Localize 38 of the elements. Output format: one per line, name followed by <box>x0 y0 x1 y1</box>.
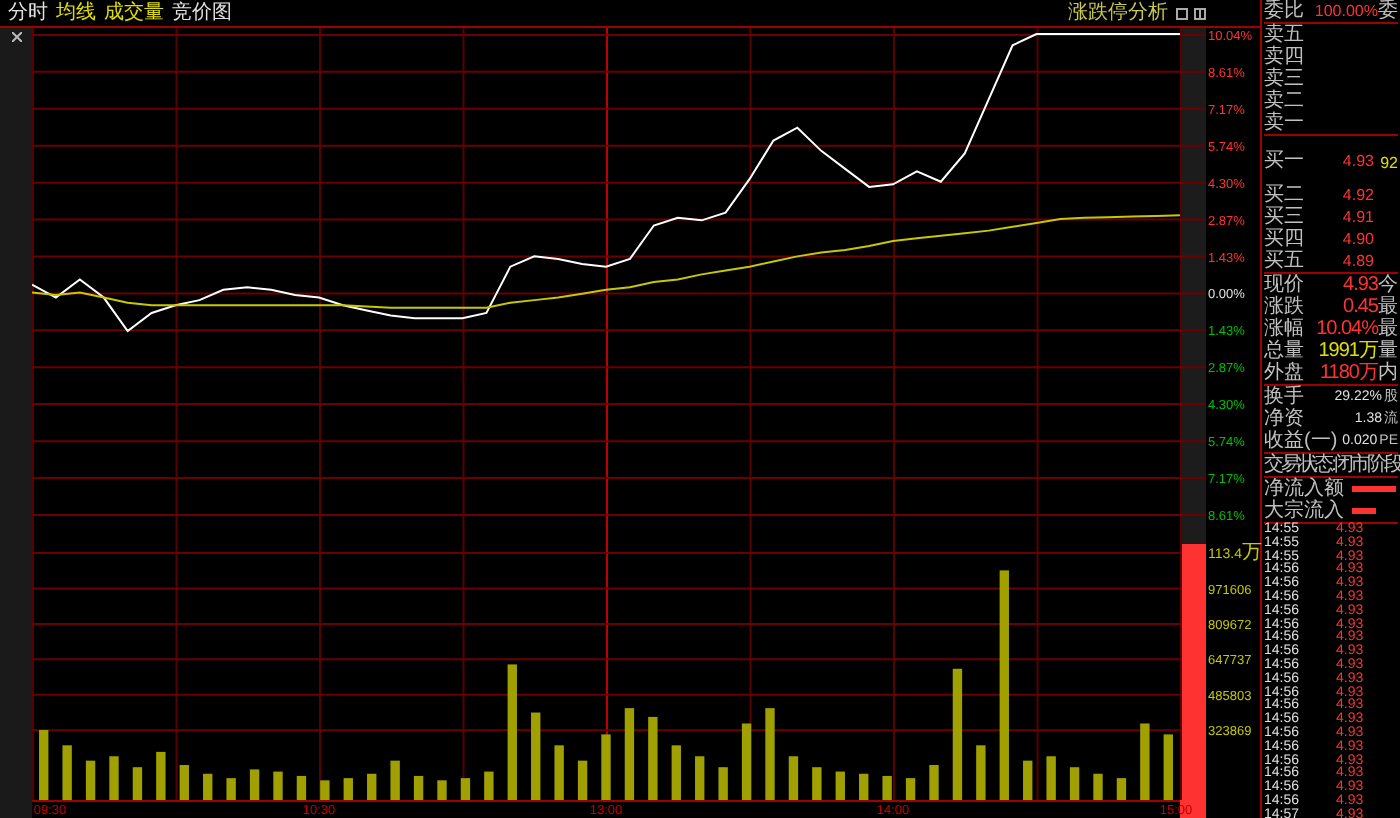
bid-label: 买五 <box>1264 250 1304 272</box>
field-label: 涨幅 <box>1264 318 1304 340</box>
field-value: 0.45 <box>1341 296 1378 318</box>
bid-volume: 92 <box>1380 154 1398 172</box>
field-label: 总量 <box>1264 340 1304 362</box>
field-label: 净资 <box>1264 408 1304 430</box>
bid-price: 4.89 <box>1340 250 1374 272</box>
flow-label: 净流入额 <box>1264 478 1344 500</box>
bid-price: 4.91 <box>1340 206 1374 228</box>
field-label: 今 <box>1378 274 1398 296</box>
ask-label: 卖二 <box>1264 90 1304 112</box>
bid-label: 买二 <box>1264 184 1304 206</box>
field-value: 1991万 <box>1316 340 1378 362</box>
field-label: 现价 <box>1264 274 1304 296</box>
field-label: 最 <box>1378 296 1398 318</box>
field-value: 4.93 <box>1341 274 1378 296</box>
ask-label: 卖一 <box>1264 112 1304 134</box>
bid-label: 买四 <box>1264 228 1304 250</box>
field-label: 最 <box>1378 318 1398 340</box>
field-label: 涨跌 <box>1264 296 1304 318</box>
field-value: 100.00% <box>1312 0 1378 22</box>
ask-label: 卖四 <box>1264 46 1304 68</box>
trading-status: 交易状态:闭市阶段 <box>1264 454 1398 476</box>
field-label: 换手 <box>1264 386 1304 408</box>
field-label: 外盘 <box>1264 362 1304 384</box>
bid-price: 4.93 <box>1340 149 1374 171</box>
field-label: 内 <box>1378 362 1398 384</box>
field-value: 1180万 <box>1317 362 1378 384</box>
field-label: 收益(一) <box>1264 430 1338 452</box>
ask-label: 卖三 <box>1264 68 1304 90</box>
bid-label: 买三 <box>1264 206 1304 228</box>
ask-label: 卖五 <box>1264 24 1304 46</box>
bid-price: 4.90 <box>1340 228 1374 250</box>
bid-price: 4.92 <box>1340 184 1374 206</box>
field-label: 量 <box>1378 340 1398 362</box>
bid-label: 买一 <box>1264 149 1304 171</box>
field-value: 10.04% <box>1314 318 1378 340</box>
flow-label: 大宗流入 <box>1264 500 1344 522</box>
